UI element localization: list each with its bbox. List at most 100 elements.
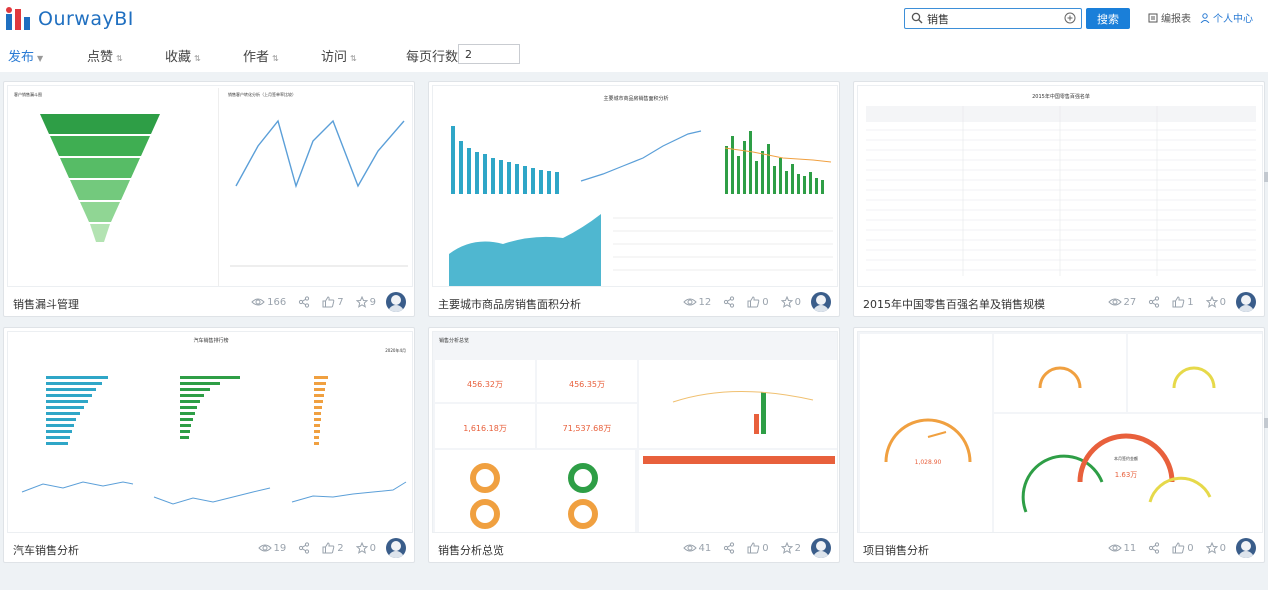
author-avatar[interactable] (811, 292, 831, 312)
share-button[interactable] (298, 542, 310, 554)
user-icon (1200, 12, 1210, 23)
sort-arrow-icon: ⇅ (272, 54, 279, 63)
gauge-value: 1,028.90 (915, 459, 942, 466)
sort-arrow-icon: ⇅ (194, 54, 201, 63)
thumbs-up-icon (1172, 542, 1185, 554)
share-button[interactable] (298, 296, 310, 308)
like-button[interactable]: 7 (322, 296, 344, 308)
share-button[interactable] (1148, 296, 1160, 308)
sort-favorites[interactable]: 收藏 ⇅ (165, 46, 201, 65)
side-scroll-handle[interactable] (1264, 172, 1268, 182)
favorite-button[interactable]: 9 (355, 296, 376, 308)
logo-icon (6, 7, 30, 30)
card-footer: 2015年中国零售百强名单及销售规模 27 1 0 (854, 288, 1266, 318)
user-center-link[interactable]: 个人中心 (1200, 10, 1253, 25)
auto-date: 2020年4月 (385, 347, 406, 353)
sort-arrow-icon: ⇅ (116, 54, 123, 63)
card-title[interactable]: 销售漏斗管理 (13, 296, 79, 312)
report-thumbnail[interactable]: 主要城市商品房销售面积分析 (432, 85, 838, 287)
author-avatar[interactable] (386, 292, 406, 312)
favorite-button[interactable]: 0 (780, 296, 801, 308)
author-avatar[interactable] (1236, 538, 1256, 558)
favorite-button[interactable]: 0 (1205, 542, 1226, 554)
center-label: 本月签约金额 (1114, 455, 1138, 461)
star-icon (1205, 296, 1218, 308)
eye-icon (1107, 298, 1122, 306)
thumbs-up-icon (322, 542, 335, 554)
views-stat: 12 (682, 297, 711, 308)
author-avatar[interactable] (1236, 292, 1256, 312)
like-button[interactable]: 0 (1172, 542, 1194, 554)
search-box[interactable] (904, 8, 1082, 29)
card-title[interactable]: 主要城市商品房销售面积分析 (438, 296, 581, 312)
author-avatar[interactable] (386, 538, 406, 558)
report-thumbnail[interactable]: 2015年中国零售百强名单 (857, 85, 1263, 287)
user-center-label: 个人中心 (1213, 14, 1253, 25)
card-footer: 项目销售分析 11 0 0 (854, 534, 1266, 564)
card-title[interactable]: 2015年中国零售百强名单及销售规模 (863, 296, 1045, 312)
card-title[interactable]: 销售分析总览 (438, 542, 504, 558)
card-footer: 汽车销售分析 19 2 0 (4, 534, 416, 564)
clear-icon[interactable] (1064, 12, 1076, 24)
kpi-value: 456.35万 (569, 380, 605, 389)
favorite-button[interactable]: 0 (1205, 296, 1226, 308)
logo[interactable]: OurwayBI (4, 6, 134, 32)
brand-name: OurwayBI (38, 8, 134, 30)
sort-visits[interactable]: 访问 ⇅ (321, 46, 357, 65)
views-stat: 19 (257, 543, 286, 554)
star-icon (355, 542, 368, 554)
report-card[interactable]: 汽车销售排行榜 2020年4月 汽车销售分析 19 2 0 (3, 327, 415, 563)
star-icon (355, 296, 368, 308)
report-thumbnail[interactable]: 汽车销售排行榜 2020年4月 (7, 331, 413, 533)
sort-author[interactable]: 作者 ⇅ (243, 46, 279, 65)
overview-title: 销售分析总览 (439, 337, 469, 344)
kpi-value: 71,537.68万 (563, 424, 612, 433)
star-icon (1205, 542, 1218, 554)
report-thumbnail[interactable]: 客户销售漏斗图 销售客户转化分析（上月签单率比较） (7, 85, 413, 287)
rows-per-page-input[interactable] (458, 44, 520, 64)
like-button[interactable]: 2 (322, 542, 344, 554)
card-footer: 销售分析总览 41 0 2 (429, 534, 841, 564)
side-scroll-handle[interactable] (1264, 418, 1268, 428)
report-thumbnail[interactable]: 销售分析总览 456.32万 456.35万 1,616.18万 71,537.… (432, 331, 838, 533)
favorite-button[interactable]: 2 (780, 542, 801, 554)
share-button[interactable] (723, 542, 735, 554)
search-input[interactable] (927, 10, 1057, 27)
eye-icon (682, 298, 697, 306)
favorite-button[interactable]: 0 (355, 542, 376, 554)
like-button[interactable]: 0 (747, 296, 769, 308)
kpi-value: 1,616.18万 (463, 424, 507, 433)
search-icon (911, 12, 923, 24)
funnel-title: 客户销售漏斗图 (14, 91, 42, 97)
thumbs-up-icon (322, 296, 335, 308)
top-bar: OurwayBI 搜索 编报表 个人中心 发布▼ 点赞⇅ 收藏⇅ 作者⇅ 访问⇅… (0, 0, 1268, 72)
sort-arrow-icon: ⇅ (350, 54, 357, 63)
card-title[interactable]: 汽车销售分析 (13, 542, 79, 558)
sort-published[interactable]: 发布 ▼ (8, 46, 43, 65)
report-thumbnail[interactable]: 1,028.90 本月签约金额 1.63万 (857, 331, 1263, 533)
edit-report-link[interactable]: 编报表 (1148, 10, 1191, 25)
share-icon (1149, 296, 1160, 308)
thumbs-up-icon (747, 296, 760, 308)
card-title[interactable]: 项目销售分析 (863, 542, 929, 558)
city-title: 主要城市商品房销售面积分析 (603, 95, 668, 102)
eye-icon (682, 544, 697, 552)
like-button[interactable]: 0 (747, 542, 769, 554)
app-window: OurwayBI 搜索 编报表 个人中心 发布▼ 点赞⇅ 收藏⇅ 作者⇅ 访问⇅… (0, 0, 1268, 590)
report-card[interactable]: 客户销售漏斗图 销售客户转化分析（上月签单率比较） 销售漏斗管理 166 7 9 (3, 81, 415, 317)
star-icon (780, 542, 793, 554)
share-button[interactable] (723, 296, 735, 308)
rows-per-page-label: 每页行数 (406, 50, 459, 65)
report-card[interactable]: 2015年中国零售百强名单 2015年中国零售百强名单及销售规模 27 1 0 (853, 81, 1265, 317)
report-card[interactable]: 1,028.90 本月签约金额 1.63万 项目销售分析 11 0 0 (853, 327, 1265, 563)
report-card[interactable]: 主要城市商品房销售面积分析 主要城市商品房销售面积分析 12 0 0 (428, 81, 840, 317)
search-button[interactable]: 搜索 (1086, 8, 1130, 29)
share-button[interactable] (1148, 542, 1160, 554)
card-footer: 销售漏斗管理 166 7 9 (4, 288, 416, 318)
like-button[interactable]: 1 (1172, 296, 1194, 308)
sort-likes[interactable]: 点赞 ⇅ (87, 46, 123, 65)
sort-arrow-icon: ▼ (37, 54, 44, 63)
eye-icon (251, 298, 265, 306)
author-avatar[interactable] (811, 538, 831, 558)
report-card[interactable]: 销售分析总览 456.32万 456.35万 1,616.18万 71,537.… (428, 327, 840, 563)
